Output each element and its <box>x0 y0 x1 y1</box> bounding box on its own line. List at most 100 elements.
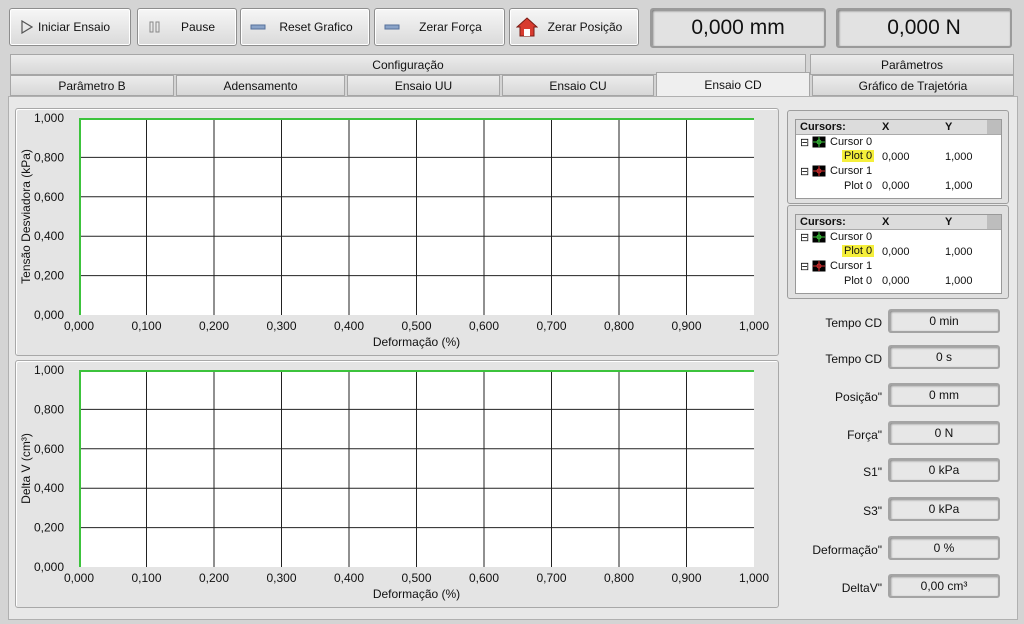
deltav-value: 0,00 cm³ <box>888 574 1000 598</box>
cursor-0-icon <box>812 136 826 151</box>
delta-v-chart: 0,000 0,100 0,200 0,300 0,400 0,500 0,600 0,700… <box>15 360 779 608</box>
deviator-stress-chart: 0,000 0,100 0,200 0,300 0,400 0,500 0,600 0,700… <box>15 108 779 356</box>
s3-value: 0 kPa <box>888 497 1000 521</box>
posicao-value: 0 mm <box>888 383 1000 407</box>
cursor-legend-1: Cursors: X Y ⊟ Cursor 0 Plot 0 0,000 1,0… <box>787 110 1009 204</box>
cursor-0-x: 0,000 <box>882 246 910 258</box>
start-test-label: Iniciar Ensaio <box>38 20 111 34</box>
reset-graph-button[interactable]: Reset Grafico <box>240 8 370 46</box>
forca-label: Força" <box>847 428 882 442</box>
zero-position-label: Zerar Posição <box>547 20 623 34</box>
x-tick-label: 0,700 <box>536 319 566 333</box>
start-test-button[interactable]: Iniciar Ensaio <box>9 8 131 46</box>
scrollbar[interactable] <box>987 120 1001 134</box>
deltav-label: DeltaV" <box>841 581 882 595</box>
cursor-1-x: 0,000 <box>882 180 910 192</box>
cursor-0-y: 1,000 <box>945 246 973 258</box>
tab-grafico-trajetoria[interactable]: Gráfico de Trajetória <box>812 75 1014 96</box>
cursor-1-plot: Plot 0 <box>844 180 873 192</box>
tab-parametro-b[interactable]: Parâmetro B <box>10 75 174 96</box>
y-axis-label: Tensão Desviadora (kPa) <box>19 149 33 284</box>
cursor-header-x: X <box>882 216 890 228</box>
deviator-stress-plot: 0,000 0,100 0,200 0,300 0,400 0,500 0,600 0,700… <box>19 111 769 349</box>
minus-bar-icon <box>381 23 403 31</box>
posicao-label: Posição" <box>835 390 882 404</box>
tab-ensaio-cd[interactable]: Ensaio CD <box>656 72 810 97</box>
x-tick-label: 0,900 <box>671 319 701 333</box>
cursor-0-x: 0,000 <box>882 151 910 163</box>
tab-ensaio-uu[interactable]: Ensaio UU <box>347 75 500 96</box>
x-tick-label: 0,400 <box>334 571 364 585</box>
y-tick-label: 0,800 <box>34 150 64 164</box>
x-tick-label: 0,900 <box>671 571 701 585</box>
cursor-header-x: X <box>882 121 890 133</box>
play-icon <box>16 20 38 34</box>
cursor-header: Cursors: X Y <box>796 215 1001 230</box>
expand-icon[interactable]: ⊟ <box>800 231 809 244</box>
y-tick-label: 0,000 <box>34 560 64 574</box>
cursor-header-label: Cursors: <box>800 121 846 133</box>
x-tick-label: 0,000 <box>64 319 94 333</box>
tempo-cd-s-label: Tempo CD <box>825 352 882 366</box>
minus-bar-icon <box>247 23 269 31</box>
x-tick-label: 0,700 <box>536 571 566 585</box>
s1-value: 0 kPa <box>888 458 1000 482</box>
deformacao-label: Deformação" <box>812 543 882 557</box>
cursor-header-y: Y <box>945 216 953 228</box>
s3-label: S3" <box>863 504 882 518</box>
cursor-1-x: 0,000 <box>882 275 910 287</box>
cursor-legend-2: Cursors: X Y ⊟ Cursor 0 Plot 0 0,000 1,0… <box>787 205 1009 299</box>
zero-force-button[interactable]: Zerar Força <box>374 8 505 46</box>
x-axis-label: Deformação (%) <box>373 335 460 349</box>
cursor-table-2: Cursors: X Y ⊟ Cursor 0 Plot 0 0,000 1,0… <box>795 214 1002 294</box>
cursor-1-name[interactable]: Cursor 1 <box>830 260 872 272</box>
cursor-0-name[interactable]: Cursor 0 <box>830 136 872 148</box>
cursor-1-icon <box>812 165 826 180</box>
tab-adensamento[interactable]: Adensamento <box>176 75 345 96</box>
x-tick-label: 0,800 <box>604 319 634 333</box>
scrollbar[interactable] <box>987 215 1001 229</box>
cursor-0-plot-label: Plot 0 <box>842 245 875 257</box>
zero-force-label: Zerar Força <box>419 20 482 34</box>
cursor-1-y: 1,000 <box>945 180 973 192</box>
y-tick-label: 0,800 <box>34 402 64 416</box>
force-display: 0,000 N <box>836 8 1012 48</box>
pause-button[interactable]: Pause <box>137 8 237 46</box>
tempo-cd-min-label: Tempo CD <box>825 316 882 330</box>
cursor-1-plot: Plot 0 <box>844 275 873 287</box>
forca-value: 0 N <box>888 421 1000 445</box>
tab-ensaio-cu[interactable]: Ensaio CU <box>502 75 654 96</box>
x-tick-label: 0,300 <box>266 319 296 333</box>
y-tick-label: 1,000 <box>34 111 64 125</box>
y-tick-label: 0,200 <box>34 521 64 535</box>
expand-icon[interactable]: ⊟ <box>800 165 809 178</box>
reset-graph-label: Reset Grafico <box>279 20 353 34</box>
cursor-0-plot-label: Plot 0 <box>842 150 875 162</box>
x-tick-label: 0,500 <box>401 571 431 585</box>
y-tick-label: 0,600 <box>34 442 64 456</box>
x-tick-label: 0,100 <box>131 319 161 333</box>
x-tick-label: 0,200 <box>199 319 229 333</box>
y-tick-label: 1,000 <box>34 363 64 377</box>
expand-icon[interactable]: ⊟ <box>800 136 809 149</box>
tempo-cd-min-value: 0 min <box>888 309 1000 333</box>
x-tick-label: 0,400 <box>334 319 364 333</box>
cursor-1-y: 1,000 <box>945 275 973 287</box>
x-tick-label: 0,100 <box>131 571 161 585</box>
cursor-0-name[interactable]: Cursor 0 <box>830 231 872 243</box>
y-tick-label: 0,600 <box>34 190 64 204</box>
x-tick-label: 0,000 <box>64 571 94 585</box>
x-tick-label: 0,300 <box>266 571 296 585</box>
cursor-0-plot: Plot 0 <box>842 150 875 162</box>
position-display: 0,000 mm <box>650 8 826 48</box>
tab-parametros[interactable]: Parâmetros <box>810 54 1014 75</box>
s1-label: S1" <box>863 465 882 479</box>
x-tick-label: 0,600 <box>469 571 499 585</box>
cursor-header-label: Cursors: <box>800 216 846 228</box>
zero-position-button[interactable]: Zerar Posição <box>509 8 639 46</box>
pause-icon <box>144 21 166 33</box>
cursor-1-name[interactable]: Cursor 1 <box>830 165 872 177</box>
x-tick-label: 0,800 <box>604 571 634 585</box>
pause-label: Pause <box>180 20 216 34</box>
expand-icon[interactable]: ⊟ <box>800 260 809 273</box>
